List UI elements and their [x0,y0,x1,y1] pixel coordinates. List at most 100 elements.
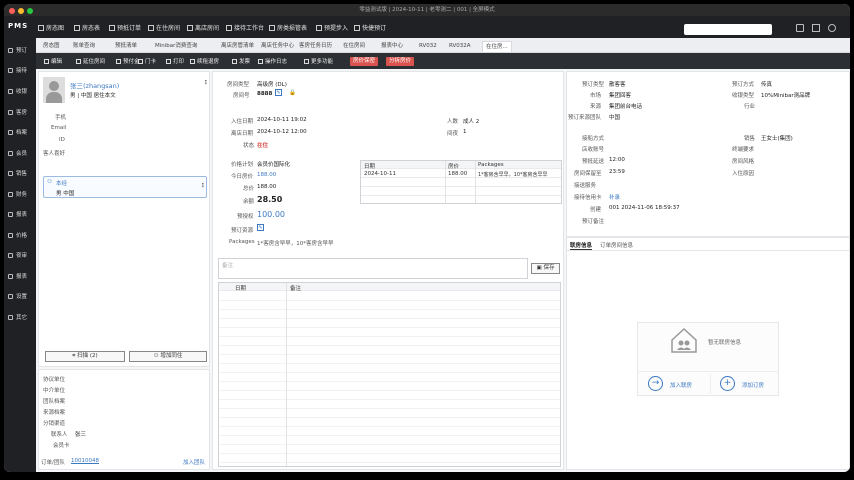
nav-item-inhouse[interactable]: 在住房间 [148,23,180,32]
edit-resource-icon[interactable]: ✎ [257,224,264,231]
join-team-link[interactable]: 加入团队 [183,458,205,466]
log-table-body[interactable] [219,292,560,466]
person-icon: ⚇ [47,179,52,185]
room-type-label: 房间类型 [227,82,250,88]
edit-button[interactable]: 编辑 [44,57,62,65]
phone-label: 手机 [55,115,67,121]
remark-input[interactable]: 备注 [218,258,528,279]
sidebar-item-reports-2[interactable]: 报表 [4,268,36,286]
sidebar-label: 档案 [16,130,28,136]
save-remark-button[interactable]: ▣ 保存 [531,263,560,274]
tab-task-calendar[interactable]: 客房任务日历 [296,41,335,52]
nav-item-room-table[interactable]: 房态表 [74,23,100,32]
nav-item-walkin[interactable]: 预提步入 [316,23,348,32]
tab-rv032a[interactable]: RV032A [446,41,474,52]
sales-icon [8,171,13,176]
table-icon [74,25,80,31]
contact-label: 联系人 [51,432,68,438]
key-card-button[interactable]: 门卡 [138,57,156,65]
nav-label: 离店房间 [195,25,220,32]
chart-icon [269,25,275,31]
nights-label: 间夜 [447,131,459,137]
tab-departures[interactable]: 离店房管清单 [218,41,257,52]
guest-more-icon[interactable]: ⋮ [203,80,209,86]
edit-room-icon[interactable]: ✎ [275,89,282,96]
sidebar-item-housekeeping[interactable]: 客房 [4,104,36,122]
balance-value: 28.50 [257,195,283,204]
companion-more-icon[interactable]: ⋮ [200,183,206,189]
tab-task-center[interactable]: 离店任务中心 [258,41,297,52]
arrival-label: 入住日期 [231,119,254,125]
checkin-reason-label: 入住原因 [732,171,755,177]
invoice-button[interactable]: 发票 [232,57,250,65]
guest-name[interactable]: 张三(zhangsan) [70,80,119,90]
more-icon [304,59,309,64]
restore-icon[interactable] [812,24,820,32]
nav-label: 预抵订单 [117,25,142,32]
tab-inhouse[interactable]: 在住房间 [340,41,368,52]
sidebar-item-finance[interactable]: 财务 [4,186,36,204]
operation-log-button[interactable]: 操作日志 [258,57,287,65]
print-button[interactable]: 打印 [166,57,184,65]
minimize-window-icon[interactable] [18,8,24,14]
global-search-input[interactable] [684,24,772,35]
booking-type-label: 预订类型 [582,82,605,88]
close-icon[interactable] [828,24,836,32]
desk-icon [226,25,232,31]
split-rate-button[interactable]: 分拆房价 [386,57,415,66]
lock-icon[interactable]: 🔒 [289,90,296,96]
companion-card[interactable]: ⚇ 本经 男 中国 ⋮ [43,176,207,198]
table-row[interactable]: 2024-10-11 188.00 1*客房含早早，10*客房含早早 [361,170,561,178]
sidebar: 预订 接待 收银 客房 档案 会员 销售 财务 报表 价格 夜审 报表 设置 其… [4,38,36,472]
nav-item-arrivals[interactable]: 预抵订单 [109,23,141,32]
tab-minibar[interactable]: Minibar消费查询 [152,41,200,52]
nav-item-quick-book[interactable]: 快捷预订 [354,23,386,32]
prepay-button[interactable]: 预付金 [116,57,140,65]
maximize-window-icon[interactable] [27,8,33,14]
sidebar-item-settings[interactable]: 设置 [4,288,36,306]
status-label: 状态 [243,143,255,149]
more-functions-button[interactable]: 更多功能 [304,57,333,65]
window-title: 零益测试版 | 2024-10-11 | 老零测二 | 001 | 全屏模式 [359,7,495,13]
tab-order-rooms[interactable]: 订单房间信息 [600,241,633,249]
scan-button[interactable]: ⌗ 扫描 (2) [45,351,125,362]
order-number-link[interactable]: 10010048 [71,458,99,464]
join-linked-room-button[interactable]: → 加入联房 [642,374,712,394]
minimize-icon[interactable] [796,24,804,32]
sidebar-item-reception[interactable]: 接待 [4,62,36,80]
nav-label: 接待工作台 [234,25,265,32]
sidebar-item-booking[interactable]: 预订 [4,42,36,60]
sidebar-item-night-audit[interactable]: 夜审 [4,247,36,265]
credit-card-link[interactable]: 补录 [609,193,620,201]
tab-room-status[interactable]: 房态图 [40,41,63,52]
remark-placeholder: 备注 [222,263,234,269]
nav-item-room-loss[interactable]: 房类损管表 [269,23,307,32]
add-sharer-button[interactable]: ⚇ 增加同住 [129,351,207,362]
close-window-icon[interactable] [9,8,15,14]
sidebar-item-other[interactable]: 其它 [4,309,36,327]
nav-item-room-status[interactable]: 房态图 [38,23,64,32]
nav-item-workbench[interactable]: 接待工作台 [226,23,264,32]
nav-item-departures[interactable]: 离店房间 [187,23,219,32]
tab-arrivals[interactable]: 预抵清单 [112,41,140,52]
sidebar-item-price[interactable]: 价格 [4,227,36,245]
tab-reports[interactable]: 报表中心 [378,41,406,52]
printer-icon [166,59,171,64]
sidebar-item-reports[interactable]: 报表 [4,206,36,224]
nights-value: 1 [463,129,467,135]
tab-rv032[interactable]: RV032 [416,41,440,52]
tab-bill-query[interactable]: 账单查询 [70,41,98,52]
sidebar-item-profiles[interactable]: 档案 [4,124,36,142]
tab-linked-rooms[interactable]: 联房信息 [570,241,593,250]
add-room-button[interactable]: + 添加订房 [714,374,778,394]
invoice-icon [232,59,237,64]
tab-inhouse-detail[interactable]: 在住房... [482,41,512,52]
more-functions-label: 更多功能 [311,59,334,65]
extend-stay-button[interactable]: 延住房间 [76,57,105,65]
rate-confidential-button[interactable]: 房价保密 [350,57,379,66]
finance-icon [8,192,13,197]
sidebar-item-sales[interactable]: 销售 [4,165,36,183]
sidebar-item-cashier[interactable]: 收银 [4,83,36,101]
sidebar-item-member[interactable]: 会员 [4,145,36,163]
checkout-button[interactable]: 续租退房 [190,57,219,65]
